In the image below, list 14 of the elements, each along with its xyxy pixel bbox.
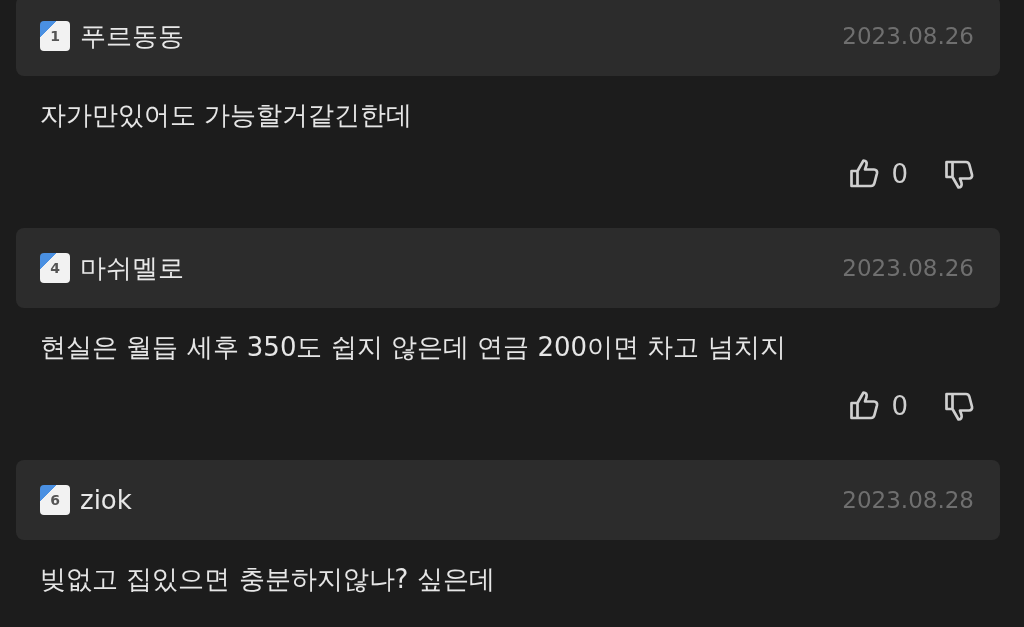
comment-date: 2023.08.26 — [842, 255, 974, 281]
comment-date: 2023.08.26 — [842, 23, 974, 49]
comment-date: 2023.08.28 — [842, 487, 974, 513]
comment-text: 현실은 월듭 세후 350도 쉽지 않은데 연금 200이면 차고 넘치지 — [39, 331, 787, 364]
author-name[interactable]: ziok — [80, 485, 132, 515]
like-count: 0 — [891, 390, 908, 423]
author-name[interactable]: 푸르동동 — [80, 18, 184, 54]
like-count: 0 — [891, 158, 908, 191]
author-name[interactable]: 마쉬멜로 — [80, 250, 184, 286]
comment-text: 빚없고 집있으면 충분하지않나? 싶은데 — [39, 563, 496, 596]
comment-text: 자가만있어도 가능할거같긴한데 — [39, 99, 414, 132]
level-badge: 6 — [40, 485, 70, 515]
level-badge: 4 — [40, 253, 70, 283]
level-badge: 1 — [40, 21, 70, 51]
